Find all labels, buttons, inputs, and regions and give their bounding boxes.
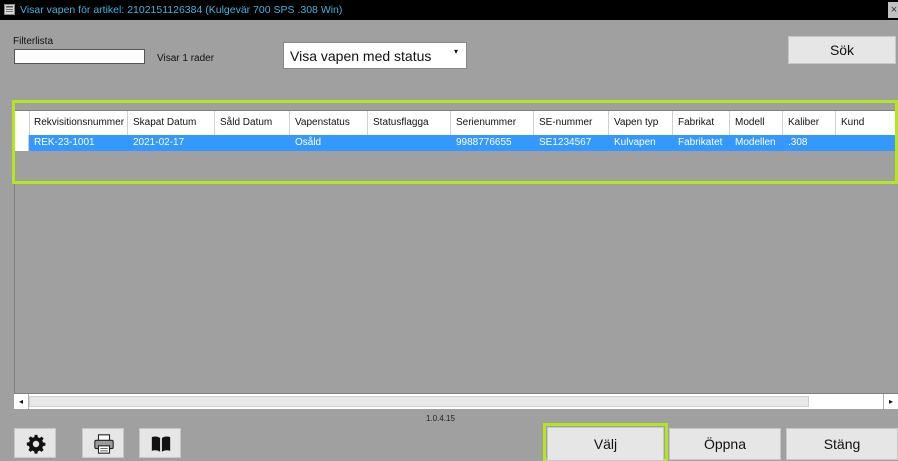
print-button[interactable] [82,428,124,458]
cell-vapenstatus: Osåld [295,137,322,148]
cell-fabrikat: Fabrikatet [678,137,723,148]
row-indicator-header [15,111,30,135]
col-header-vapenstatus[interactable]: Vapenstatus [290,111,368,135]
cell-vapen-typ: Kulvapen [614,137,656,148]
status-select[interactable]: Visa vapen med status ▾ [283,42,467,69]
col-header-sald-datum[interactable]: Såld Datum [215,111,290,135]
col-header-se-nummer[interactable]: SE-nummer [534,111,609,135]
col-header-fabrikat[interactable]: Fabrikat [673,111,730,135]
printer-icon [94,434,114,454]
version-label: 1.0.4.15 [426,414,455,423]
col-header-modell[interactable]: Modell [730,111,783,135]
cell-se-nummer: SE1234567 [539,137,592,148]
horizontal-scrollbar[interactable]: ◂ ▸ [14,393,898,409]
scrollbar-thumb[interactable] [29,396,809,407]
grid-header: Rekvisitionsnummer Skapat Datum Såld Dat… [15,111,897,136]
open-button[interactable]: Öppna [669,428,781,460]
gear-icon [26,434,46,454]
col-header-statusflagga[interactable]: Statusflagga [368,111,451,135]
chevron-down-icon: ▾ [453,47,458,56]
app-icon [4,4,15,15]
filter-label: Filterlista [13,36,54,47]
cell-kund [836,135,897,151]
col-header-rekvisitionsnummer[interactable]: Rekvisitionsnummer [29,111,128,135]
book-icon [151,436,171,452]
title-bar: Visar vapen för artikel: 2102151126384 (… [0,0,898,20]
cell-modell: Modellen [735,137,776,148]
cell-sald-datum [215,135,290,151]
col-header-kaliber[interactable]: Kaliber [783,111,836,135]
col-header-serienummer[interactable]: Serienummer [451,111,534,135]
window-title: Visar vapen för artikel: 2102151126384 (… [20,4,343,16]
weapons-grid: Rekvisitionsnummer Skapat Datum Såld Dat… [14,110,897,406]
rows-count: Visar 1 rader [157,53,215,64]
cell-skapat-datum: 2021-02-17 [133,137,185,148]
cell-rekvisitionsnummer: REK-23-1001 [34,137,95,148]
table-row[interactable]: REK-23-1001 2021-02-17 Osåld 9988776655 … [15,135,897,151]
row-indicator[interactable] [15,135,29,151]
cell-serienummer: 9988776655 [456,137,512,148]
cell-statusflagga [368,135,451,151]
col-header-vapen-typ[interactable]: Vapen typ [609,111,673,135]
filter-input[interactable] [14,49,145,64]
col-header-skapat-datum[interactable]: Skapat Datum [128,111,215,135]
close-window-button[interactable]: Stäng [786,428,898,460]
manual-button[interactable] [139,428,181,458]
scroll-left-arrow-icon[interactable]: ◂ [14,394,29,409]
search-button[interactable]: Sök [788,36,896,64]
col-header-kund[interactable]: Kund [836,111,897,135]
status-select-value: Visa vapen med status [290,48,432,64]
settings-button[interactable] [14,428,56,458]
scroll-right-arrow-icon[interactable]: ▸ [883,394,898,409]
select-button[interactable]: Välj [547,427,664,461]
cell-kaliber: .308 [788,137,808,148]
close-button[interactable]: × [888,2,898,18]
